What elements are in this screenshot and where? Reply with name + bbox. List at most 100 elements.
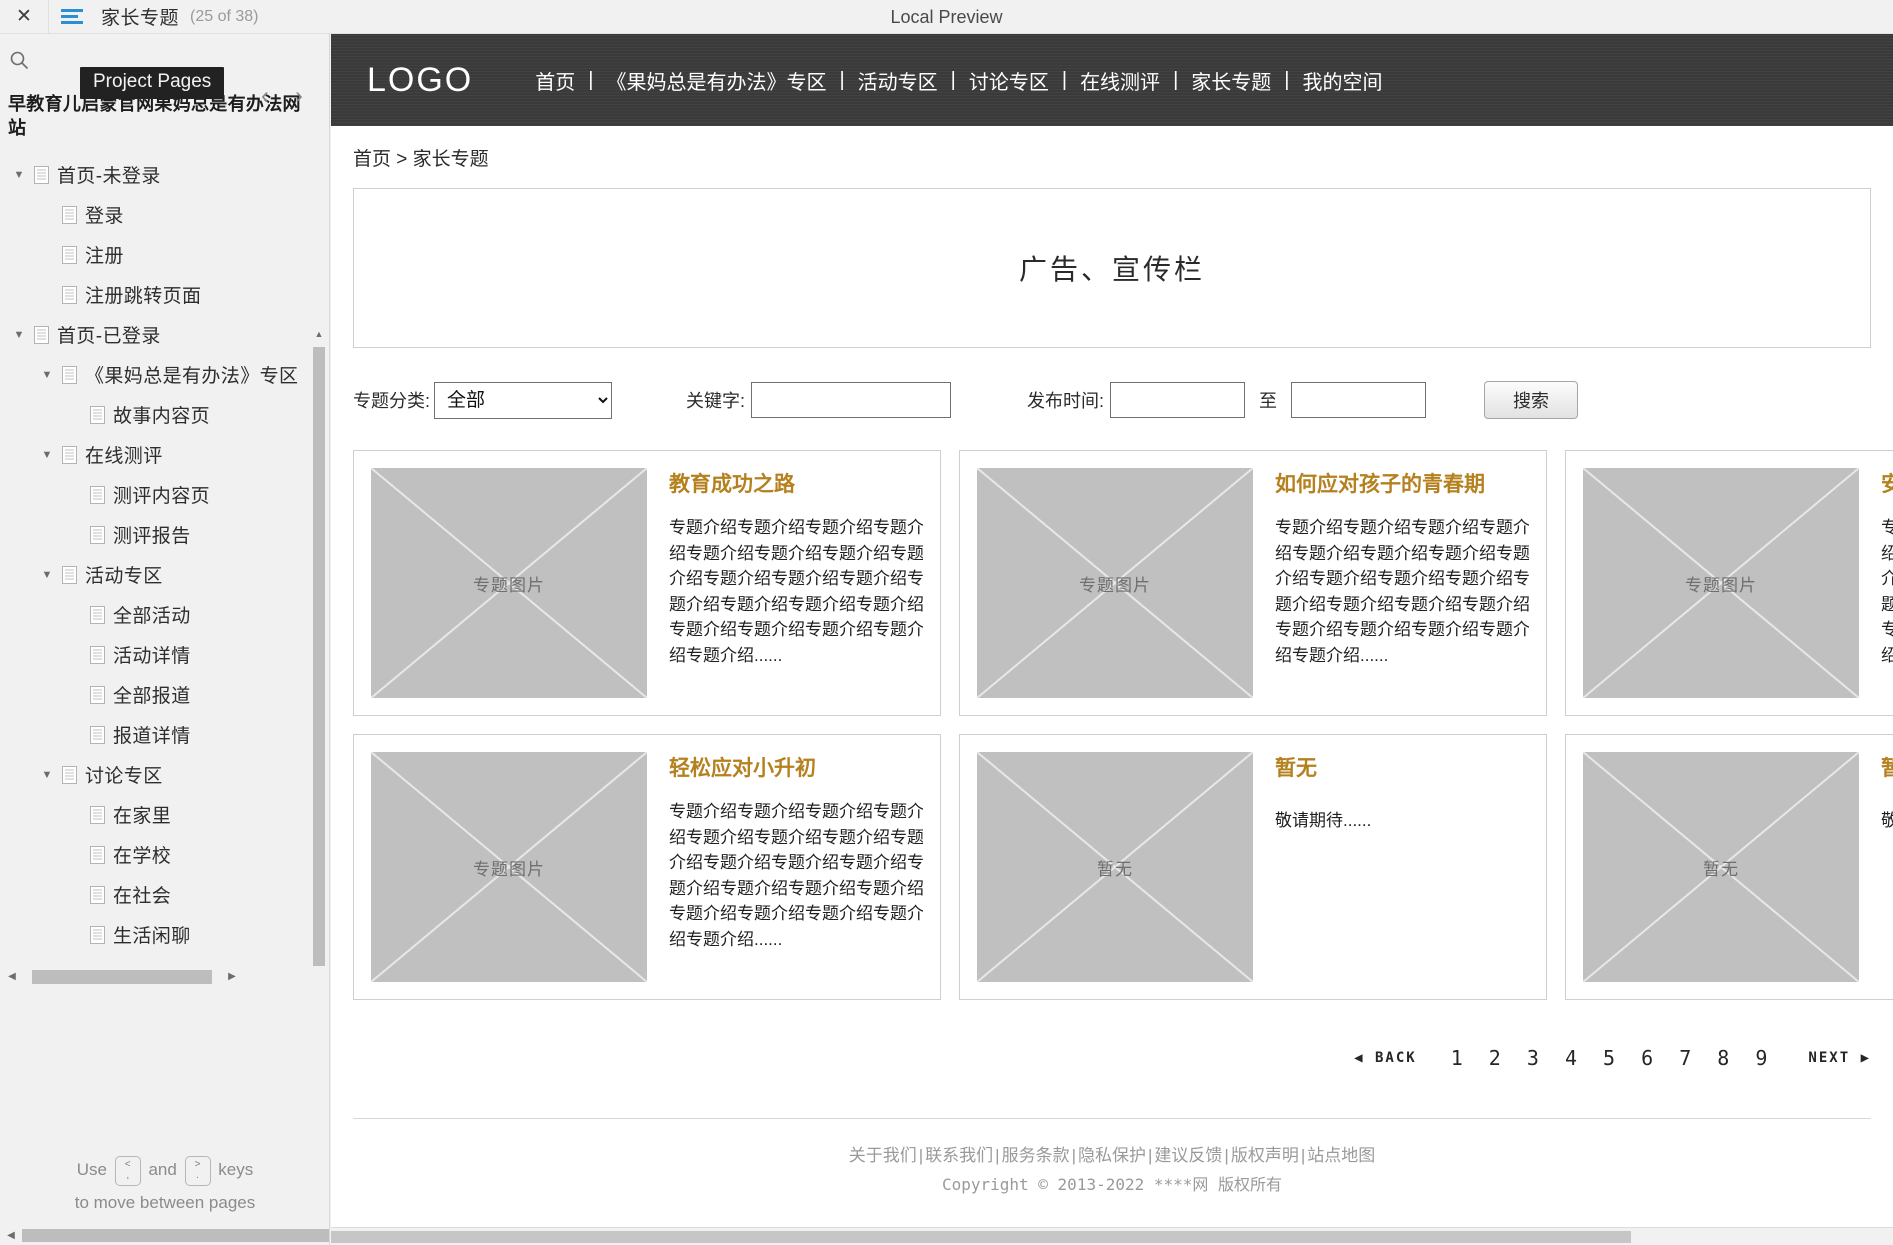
topic-title[interactable]: 教育成功之路	[669, 468, 923, 498]
sidebar-page-item[interactable]: ▼ 活动专区	[0, 555, 329, 595]
topic-card[interactable]: 暂无暂无敬请期待......	[1565, 734, 1893, 1000]
topic-card-row: 专题图片 轻松应对小升初 专题介绍专题介绍专题介绍专题介绍专题介绍专题介绍专题介绍专…	[353, 734, 1893, 1000]
topic-title[interactable]: 轻松应对小升初	[669, 752, 923, 782]
sidebar-page-item[interactable]: ▼报道详情	[0, 715, 329, 755]
sidebar-page-item[interactable]: ▼全部活动	[0, 595, 329, 635]
topic-thumbnail[interactable]: 暂无	[1583, 752, 1859, 982]
sidebar-page-item[interactable]: ▼注册	[0, 235, 329, 275]
sidebar-page-item[interactable]: ▼测评报告	[0, 515, 329, 555]
caret-down-icon[interactable]: ▼	[36, 769, 58, 781]
pagination-numbers[interactable]: 1 2 3 4 5 6 7 8 9	[1451, 1046, 1775, 1070]
sidebar-page-item[interactable]: ▼ 《果妈总是有办法》专区	[0, 355, 329, 395]
footer-link[interactable]: 隐私保护	[1078, 1146, 1146, 1165]
sidebar-page-item[interactable]: ▼登录	[0, 195, 329, 235]
topic-thumbnail-label: 暂无	[1097, 859, 1133, 879]
topic-card[interactable]: 专题图片 轻松应对小升初 专题介绍专题介绍专题介绍专题介绍专题介绍专题介绍专题介绍专…	[353, 734, 941, 1000]
caret-down-icon[interactable]: ▼	[8, 169, 30, 181]
site-logo[interactable]: LOGO	[367, 61, 473, 100]
topic-summary: 专题介绍专题介绍专题介绍专题介绍专题介绍专题介绍专题介绍专题介绍专题介绍专题介绍…	[669, 518, 923, 665]
tree-horizontal-scrollbar[interactable]: ◀ ▶	[0, 965, 329, 988]
topic-title[interactable]: 安全教育	[1881, 468, 1893, 498]
keyword-input[interactable]	[751, 382, 952, 418]
date-to-input[interactable]	[1291, 382, 1427, 418]
nav-link[interactable]: 家长专题	[1191, 66, 1271, 95]
nav-separator: |	[950, 68, 956, 91]
prev-page-button[interactable]: ‹	[252, 82, 278, 108]
nav-link[interactable]: 讨论专区	[969, 66, 1049, 95]
sidebar-page-item[interactable]: ▼ 首页-已登录	[0, 315, 329, 355]
caret-down-icon[interactable]: ▼	[36, 569, 58, 581]
search-button[interactable]: 搜索	[1484, 381, 1579, 419]
topic-thumbnail[interactable]: 专题图片	[977, 468, 1253, 698]
nav-link[interactable]: 首页	[535, 66, 575, 95]
topic-card[interactable]: 暂无暂无敬请期待......	[959, 734, 1547, 1000]
tree-vertical-scrollbar[interactable]: ▲ ▼	[311, 324, 327, 988]
tree-vertical-scroll-thumb[interactable]	[313, 346, 325, 988]
footer-links: 关于我们 | 联系我们 | 服务条款 | 隐私保护 | 建议反馈 | 版权声明 | 站点地图	[353, 1141, 1871, 1171]
topic-thumbnail[interactable]: 专题图片	[1583, 468, 1859, 698]
topic-card[interactable]: 专题图片 安全教育专题介绍专题介绍专题介绍专题介绍专题介绍专题介绍专题介绍专题介绍…	[1565, 450, 1893, 716]
footer-link[interactable]: 版权声明	[1231, 1146, 1299, 1165]
sidebar-page-item[interactable]: ▼活动详情	[0, 635, 329, 675]
topic-thumbnail[interactable]: 专题图片	[371, 468, 647, 698]
sidebar-page-item[interactable]: ▼在家里	[0, 795, 329, 835]
sidebar-page-item[interactable]: ▼生活闲聊	[0, 915, 329, 955]
nav-link[interactable]: 我的空间	[1302, 66, 1382, 95]
sidebar-page-label: 全部报道	[113, 686, 191, 707]
footer-link[interactable]: 站点地图	[1307, 1146, 1375, 1165]
footer-link[interactable]: 建议反馈	[1154, 1146, 1222, 1165]
nav-link[interactable]: 《果妈总是有办法》专区	[606, 66, 826, 95]
filter-bar: 专题分类: 全部 关键字: 发布时间: 至 搜索	[353, 374, 1871, 426]
sidebar-page-item[interactable]: ▼全部报道	[0, 675, 329, 715]
keyword-label: 关键字:	[686, 391, 746, 411]
preview-horizontal-scrollbar[interactable]	[331, 1227, 1893, 1245]
sidebar-page-item[interactable]: ▼在社会	[0, 875, 329, 915]
nav-separator: |	[1173, 68, 1179, 91]
sidebar-page-item[interactable]: ▼故事内容页	[0, 395, 329, 435]
topic-card[interactable]: 专题图片 如何应对孩子的青春期 专题介绍专题介绍专题介绍专题介绍专题介绍专题介绍专题…	[959, 450, 1547, 716]
sidebar-bottom-scrollbar[interactable]: ◀	[0, 1225, 329, 1245]
sidebar-bottom-scroll-thumb[interactable]	[22, 1228, 329, 1242]
topic-thumbnail[interactable]: 暂无	[977, 752, 1253, 982]
sidebar-header: Project Pages ‹ ›	[0, 34, 329, 106]
pagination-back-button[interactable]: ◀ BACK	[1354, 1050, 1417, 1066]
advertisement-banner[interactable]: 广告、宣传栏	[353, 188, 1871, 348]
topic-title[interactable]: 如何应对孩子的青春期	[1275, 468, 1529, 498]
nav-link[interactable]: 活动专区	[858, 66, 938, 95]
sidebar-page-item[interactable]: ▼注册跳转页面	[0, 275, 329, 315]
next-page-button[interactable]: ›	[286, 82, 312, 108]
search-icon[interactable]	[4, 45, 34, 75]
caret-down-icon[interactable]: ▼	[8, 329, 30, 341]
caret-down-icon[interactable]: ▼	[36, 449, 58, 461]
nav-separator: |	[588, 68, 594, 91]
footer-link[interactable]: 联系我们	[925, 1146, 993, 1165]
category-select[interactable]: 全部	[434, 381, 613, 419]
topic-title[interactable]: 暂无	[1881, 752, 1893, 782]
close-icon[interactable]: ✕	[0, 0, 48, 34]
sidebar-page-item[interactable]: ▼测评内容页	[0, 475, 329, 515]
topic-card-body: 如何应对孩子的青春期 专题介绍专题介绍专题介绍专题介绍专题介绍专题介绍专题介绍专题…	[1275, 468, 1529, 668]
pagination-next-button[interactable]: NEXT ▶	[1808, 1050, 1871, 1066]
topic-title[interactable]: 暂无	[1275, 752, 1529, 782]
preview-horizontal-scroll-thumb[interactable]	[331, 1231, 1631, 1243]
scroll-left-icon-bottom[interactable]: ◀	[0, 1225, 22, 1245]
topic-thumbnail[interactable]: 专题图片	[371, 752, 647, 982]
scroll-up-icon[interactable]: ▲	[311, 325, 327, 343]
tree-horizontal-scroll-thumb[interactable]	[32, 969, 212, 984]
sitemap-toggle-icon[interactable]	[49, 0, 95, 34]
topic-card[interactable]: 专题图片 教育成功之路专题介绍专题介绍专题介绍专题介绍专题介绍专题介绍专题介绍专题…	[353, 450, 941, 716]
topic-card-body: 暂无敬请期待......	[1881, 752, 1893, 834]
sidebar-page-item[interactable]: ▼在学校	[0, 835, 329, 875]
next-key-cap: > .	[184, 1155, 211, 1186]
sidebar-page-item[interactable]: ▼ 首页-未登录	[0, 155, 329, 195]
date-from-input[interactable]	[1110, 382, 1246, 418]
sidebar-page-item[interactable]: ▼ 讨论专区	[0, 755, 329, 795]
footer-link[interactable]: 服务条款	[1002, 1146, 1070, 1165]
date-label: 发布时间:	[1027, 391, 1105, 411]
scroll-right-icon[interactable]: ▶	[220, 966, 244, 988]
sidebar-page-item[interactable]: ▼ 在线测评	[0, 435, 329, 475]
footer-link[interactable]: 关于我们	[849, 1146, 917, 1165]
scroll-left-icon[interactable]: ◀	[0, 966, 24, 988]
nav-link[interactable]: 在线测评	[1080, 66, 1160, 95]
caret-down-icon[interactable]: ▼	[36, 369, 58, 381]
